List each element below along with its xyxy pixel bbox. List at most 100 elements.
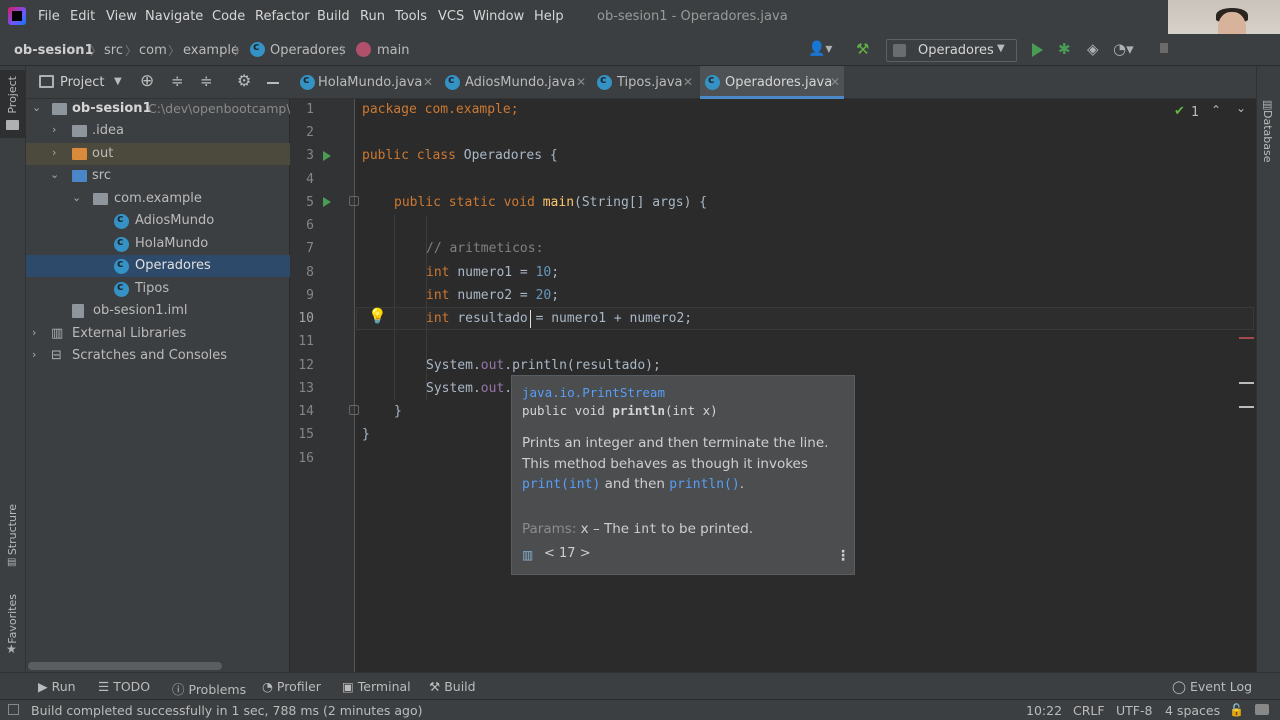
code-line-7-comment: // aritmeticos: bbox=[426, 241, 544, 256]
tree-item-iml[interactable]: ob-sesion1.iml bbox=[26, 300, 290, 322]
close-icon[interactable]: ✕ bbox=[830, 75, 840, 89]
chevron-down-icon[interactable]: ⌄ bbox=[32, 101, 41, 114]
doc-jdk-version[interactable]: < 17 > bbox=[544, 546, 591, 561]
run-tool-button[interactable]: ▶ Run bbox=[38, 679, 76, 694]
menu-build[interactable]: Build bbox=[317, 9, 350, 24]
locate-icon[interactable]: ⊕ bbox=[140, 71, 154, 91]
menu-view[interactable]: View bbox=[106, 9, 137, 24]
tab-operadores[interactable]: Operadores.java ✕ bbox=[700, 66, 844, 99]
lock-icon[interactable]: 🔓 bbox=[1229, 703, 1244, 717]
menu-help[interactable]: Help bbox=[534, 9, 564, 24]
todo-tool-button[interactable]: ☰ TODO bbox=[98, 679, 150, 694]
project-tool-button[interactable]: Project bbox=[0, 70, 26, 138]
debug-icon[interactable]: ✱ bbox=[1058, 40, 1071, 58]
horizontal-scrollbar[interactable] bbox=[28, 662, 222, 670]
tree-item-src[interactable]: ⌄ src bbox=[26, 165, 290, 187]
run-icon[interactable] bbox=[1032, 43, 1043, 57]
tab-tipos[interactable]: Tipos.java ✕ bbox=[596, 66, 697, 99]
breadcrumb-class[interactable]: Operadores bbox=[270, 43, 346, 58]
tree-idea-label: .idea bbox=[92, 123, 124, 138]
chevron-down-icon[interactable]: ⌄ bbox=[50, 168, 59, 181]
more-options-icon[interactable]: ⋮ bbox=[836, 548, 850, 564]
chevron-down-icon[interactable]: ⌄ bbox=[1236, 101, 1246, 115]
stripe-marker[interactable] bbox=[1239, 406, 1254, 408]
breadcrumb-example[interactable]: example bbox=[183, 43, 239, 58]
doc-package[interactable]: java.io.PrintStream bbox=[522, 385, 665, 400]
notifications-icon[interactable] bbox=[1255, 704, 1269, 715]
menu-refactor[interactable]: Refactor bbox=[255, 9, 310, 24]
tree-item-class[interactable]: AdiosMundo bbox=[26, 210, 290, 232]
breadcrumb-project[interactable]: ob-sesion1 bbox=[14, 43, 94, 58]
breadcrumb-method[interactable]: main bbox=[377, 43, 409, 58]
chevron-right-icon[interactable]: › bbox=[32, 326, 36, 339]
build-tool-button[interactable]: ⚒ Build bbox=[429, 679, 476, 694]
run-main-gutter-icon[interactable] bbox=[323, 197, 331, 207]
menu-run[interactable]: Run bbox=[360, 9, 385, 24]
coverage-icon[interactable]: ◈ bbox=[1087, 40, 1099, 58]
status-message[interactable]: Build completed successfully in 1 sec, 7… bbox=[31, 703, 423, 718]
menu-window[interactable]: Window bbox=[473, 9, 524, 24]
problems-tool-button[interactable]: ⓘ Problems bbox=[172, 679, 246, 698]
profile-icon[interactable]: ◔▾ bbox=[1113, 40, 1134, 58]
chevron-right-icon[interactable]: › bbox=[52, 123, 56, 136]
tree-item-out[interactable]: › out bbox=[26, 143, 290, 165]
tree-item-idea[interactable]: › .idea bbox=[26, 120, 290, 142]
menu-vcs[interactable]: VCS bbox=[438, 9, 464, 24]
indent-setting[interactable]: 4 spaces bbox=[1165, 703, 1220, 718]
run-configuration-select[interactable]: Operadores ▼ bbox=[886, 39, 1017, 62]
run-class-gutter-icon[interactable] bbox=[323, 151, 331, 161]
tab-holamundo[interactable]: HolaMundo.java ✕ bbox=[298, 66, 440, 99]
code-line-15: } bbox=[362, 427, 370, 442]
event-log-button[interactable]: ◯ Event Log bbox=[1172, 679, 1252, 694]
tree-item-class[interactable]: HolaMundo bbox=[26, 233, 290, 255]
menu-file[interactable]: File bbox=[38, 9, 60, 24]
chevron-up-icon[interactable]: ⌃ bbox=[1211, 103, 1221, 117]
structure-tool-button[interactable]: Structure ▤ bbox=[0, 500, 26, 572]
tree-item-root[interactable]: ⌄ ob-sesion1 C:\dev\openbootcamp\ bbox=[26, 98, 291, 120]
tree-item-class-selected[interactable]: Operadores bbox=[26, 255, 290, 277]
close-icon[interactable]: ✕ bbox=[683, 75, 693, 89]
close-icon[interactable]: ✕ bbox=[576, 75, 586, 89]
favorites-tool-button[interactable]: Favorites ★ bbox=[0, 590, 26, 662]
profiler-tool-button[interactable]: ◔ Profiler bbox=[262, 679, 321, 694]
user-icon[interactable]: 👤▾ bbox=[808, 41, 832, 57]
lightbulb-icon[interactable]: 💡 bbox=[368, 307, 387, 325]
file-encoding[interactable]: UTF-8 bbox=[1116, 703, 1152, 718]
tree-item-package[interactable]: ⌄ com.example bbox=[26, 188, 290, 210]
toggle-tool-windows-icon[interactable] bbox=[8, 704, 19, 715]
line-separator[interactable]: CRLF bbox=[1073, 703, 1105, 718]
doc-link-println[interactable]: println() bbox=[669, 477, 739, 492]
gear-icon[interactable]: ⚙ bbox=[237, 71, 251, 90]
caret-position[interactable]: 10:22 bbox=[1026, 703, 1062, 718]
tab-adiosmundo[interactable]: AdiosMundo.java ✕ bbox=[443, 66, 591, 99]
chevron-down-icon[interactable]: ⌄ bbox=[72, 191, 81, 204]
expand-all-icon[interactable]: ≑ bbox=[171, 72, 184, 90]
collapse-all-icon[interactable]: ≑ bbox=[200, 72, 213, 90]
menu-code[interactable]: Code bbox=[212, 9, 245, 24]
tree-item-scratches[interactable]: › ⊟ Scratches and Consoles bbox=[26, 345, 290, 367]
breadcrumb-com[interactable]: com bbox=[139, 43, 167, 58]
menu-edit[interactable]: Edit bbox=[70, 9, 95, 24]
close-icon[interactable]: ✕ bbox=[423, 75, 433, 89]
chevron-down-icon[interactable]: ▼ bbox=[114, 76, 122, 87]
database-tool-label[interactable]: Database bbox=[1261, 98, 1274, 163]
terminal-tool-button[interactable]: ▣ Terminal bbox=[342, 679, 411, 694]
minimize-icon[interactable] bbox=[267, 82, 279, 84]
breadcrumb-src[interactable]: src bbox=[104, 43, 123, 58]
tree-item-external-libraries[interactable]: › ▥ External Libraries bbox=[26, 323, 290, 345]
build-hammer-icon[interactable]: ⚒ bbox=[856, 40, 869, 58]
tree-item-class[interactable]: Tipos bbox=[26, 278, 290, 300]
check-icon[interactable]: ✔ bbox=[1174, 104, 1185, 119]
fold-icon[interactable] bbox=[349, 405, 359, 415]
fold-icon[interactable] bbox=[349, 196, 359, 206]
chevron-right-icon[interactable]: › bbox=[32, 348, 36, 361]
chevron-right-icon[interactable]: › bbox=[52, 146, 56, 159]
error-stripe-marker[interactable] bbox=[1239, 337, 1254, 339]
project-view-title[interactable]: Project bbox=[60, 75, 104, 90]
stripe-marker[interactable] bbox=[1239, 382, 1254, 384]
stop-icon[interactable] bbox=[1160, 43, 1168, 53]
menu-tools[interactable]: Tools bbox=[395, 9, 427, 24]
menu-navigate[interactable]: Navigate bbox=[145, 9, 203, 24]
doc-body-line: print(int) and then println(). bbox=[522, 474, 842, 496]
doc-link-print[interactable]: print(int) bbox=[522, 477, 600, 492]
